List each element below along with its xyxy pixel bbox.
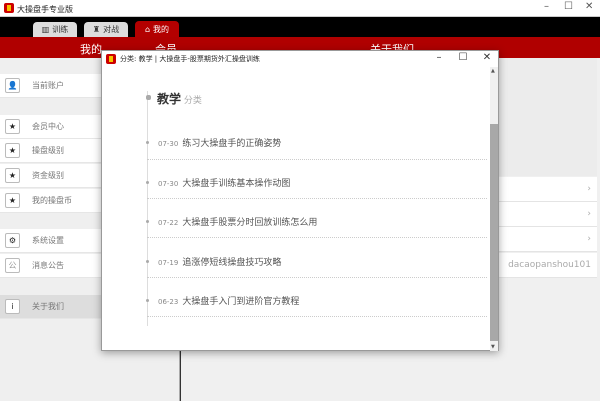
app-logo-icon <box>106 54 116 64</box>
heading-sub: 分类 <box>183 96 202 106</box>
close-button[interactable]: ✕ <box>480 52 494 63</box>
article-title: 追涨停短线操盘技巧攻略 <box>182 258 282 268</box>
article-link[interactable]: 07-22 大操盘手股票分时回放训练怎么用 <box>158 215 317 228</box>
star-icon: ★ <box>5 193 20 208</box>
heading-text: 教学 <box>157 92 182 106</box>
article-title: 大操盘手股票分时回放训练怎么用 <box>182 218 318 228</box>
maximize-button[interactable]: ☐ <box>564 1 573 12</box>
tab-train[interactable]: ▥ 训练 <box>33 22 77 37</box>
separator <box>147 237 487 238</box>
article-link[interactable]: 07-19 追涨停短线操盘技巧攻略 <box>158 255 281 268</box>
separator <box>147 316 487 317</box>
timeline-dot <box>146 141 149 144</box>
article-title: 大操盘手训练基本操作动图 <box>182 179 291 189</box>
timeline-dot <box>146 181 149 184</box>
article-dialog: 分类: 教学 | 大操盘手-股票期货外汇操盘训练 – ☐ ✕ ▲ ▼ 教学 分类… <box>101 50 499 351</box>
castle-icon: ♜ <box>92 25 101 34</box>
separator <box>147 159 487 160</box>
sidebar-item-label: 系统设置 <box>32 236 64 245</box>
sidebar-item-label: 操盘级别 <box>32 146 64 155</box>
tab-label: 我的 <box>153 24 170 34</box>
dialog-title: 分类: 教学 | 大操盘手-股票期货外汇操盘训练 <box>120 55 260 63</box>
star-icon: ★ <box>5 143 20 158</box>
sidebar-item-label: 当前账户 <box>32 81 64 90</box>
username-value: dacaopanshou101 <box>508 260 591 270</box>
timeline-dot <box>146 299 149 302</box>
scroll-up-icon[interactable]: ▲ <box>491 68 495 74</box>
article-link[interactable]: 07-30 大操盘手训练基本操作动图 <box>158 176 290 189</box>
article-link[interactable]: 07-30 练习大操盘手的正确姿势 <box>158 136 281 149</box>
chevron-right-icon: › <box>587 184 591 194</box>
gears-icon: ⚙ <box>5 233 20 248</box>
tab-label: 对战 <box>103 25 120 34</box>
maximize-button[interactable]: ☐ <box>456 52 470 63</box>
timeline-line <box>147 91 148 326</box>
scroll-down-icon[interactable]: ▼ <box>491 344 495 350</box>
timeline-dot <box>146 260 149 263</box>
category-heading: 教学 分类 <box>157 90 202 107</box>
sidebar-item-label: 会员中心 <box>32 122 64 131</box>
article-link[interactable]: 06-23 大操盘手入门到进阶官方教程 <box>158 294 299 307</box>
scrollbar-thumb[interactable] <box>490 124 498 341</box>
star-icon: ★ <box>5 119 20 134</box>
chevron-right-icon: › <box>587 209 591 219</box>
close-button[interactable]: ✕ <box>585 1 593 12</box>
tab-battle[interactable]: ♜ 对战 <box>84 22 128 37</box>
chevron-right-icon: › <box>587 234 591 244</box>
chart-icon: ▥ <box>41 25 50 34</box>
article-title: 大操盘手入门到进阶官方教程 <box>182 297 300 307</box>
article-date: 07-19 <box>158 259 179 267</box>
app-logo-icon <box>4 3 14 13</box>
separator <box>147 198 487 199</box>
article-title: 练习大操盘手的正确姿势 <box>182 139 282 149</box>
article-date: 07-30 <box>158 140 179 148</box>
info-icon: i <box>5 299 20 314</box>
app-title: 大操盘手专业版 <box>17 5 73 14</box>
header-mine: 我的 <box>80 43 102 56</box>
article-date: 06-23 <box>158 298 179 306</box>
sidebar-item-label: 关于我们 <box>32 302 64 311</box>
tab-mine[interactable]: ⌂ 我的 <box>135 21 179 37</box>
home-icon: ⌂ <box>144 24 151 34</box>
divider <box>180 350 181 401</box>
minimize-button[interactable]: – <box>544 1 549 12</box>
timeline-dot <box>146 220 149 223</box>
article-date: 07-30 <box>158 180 179 188</box>
scrollbar[interactable]: ▲ ▼ <box>490 67 498 351</box>
sidebar-item-label: 消息公告 <box>32 261 64 270</box>
app-titlebar: 大操盘手专业版 – ☐ ✕ <box>0 0 600 17</box>
tab-label: 训练 <box>52 25 69 34</box>
sidebar-item-label: 我的操盘币 <box>32 196 72 205</box>
sidebar-item-label: 资金级别 <box>32 171 64 180</box>
separator <box>147 277 487 278</box>
minimize-button[interactable]: – <box>432 52 446 63</box>
notice-icon: 公 <box>5 258 20 273</box>
timeline-dot <box>146 95 151 100</box>
star-icon: ★ <box>5 168 20 183</box>
article-date: 07-22 <box>158 219 179 227</box>
user-icon: 👤 <box>5 78 20 93</box>
